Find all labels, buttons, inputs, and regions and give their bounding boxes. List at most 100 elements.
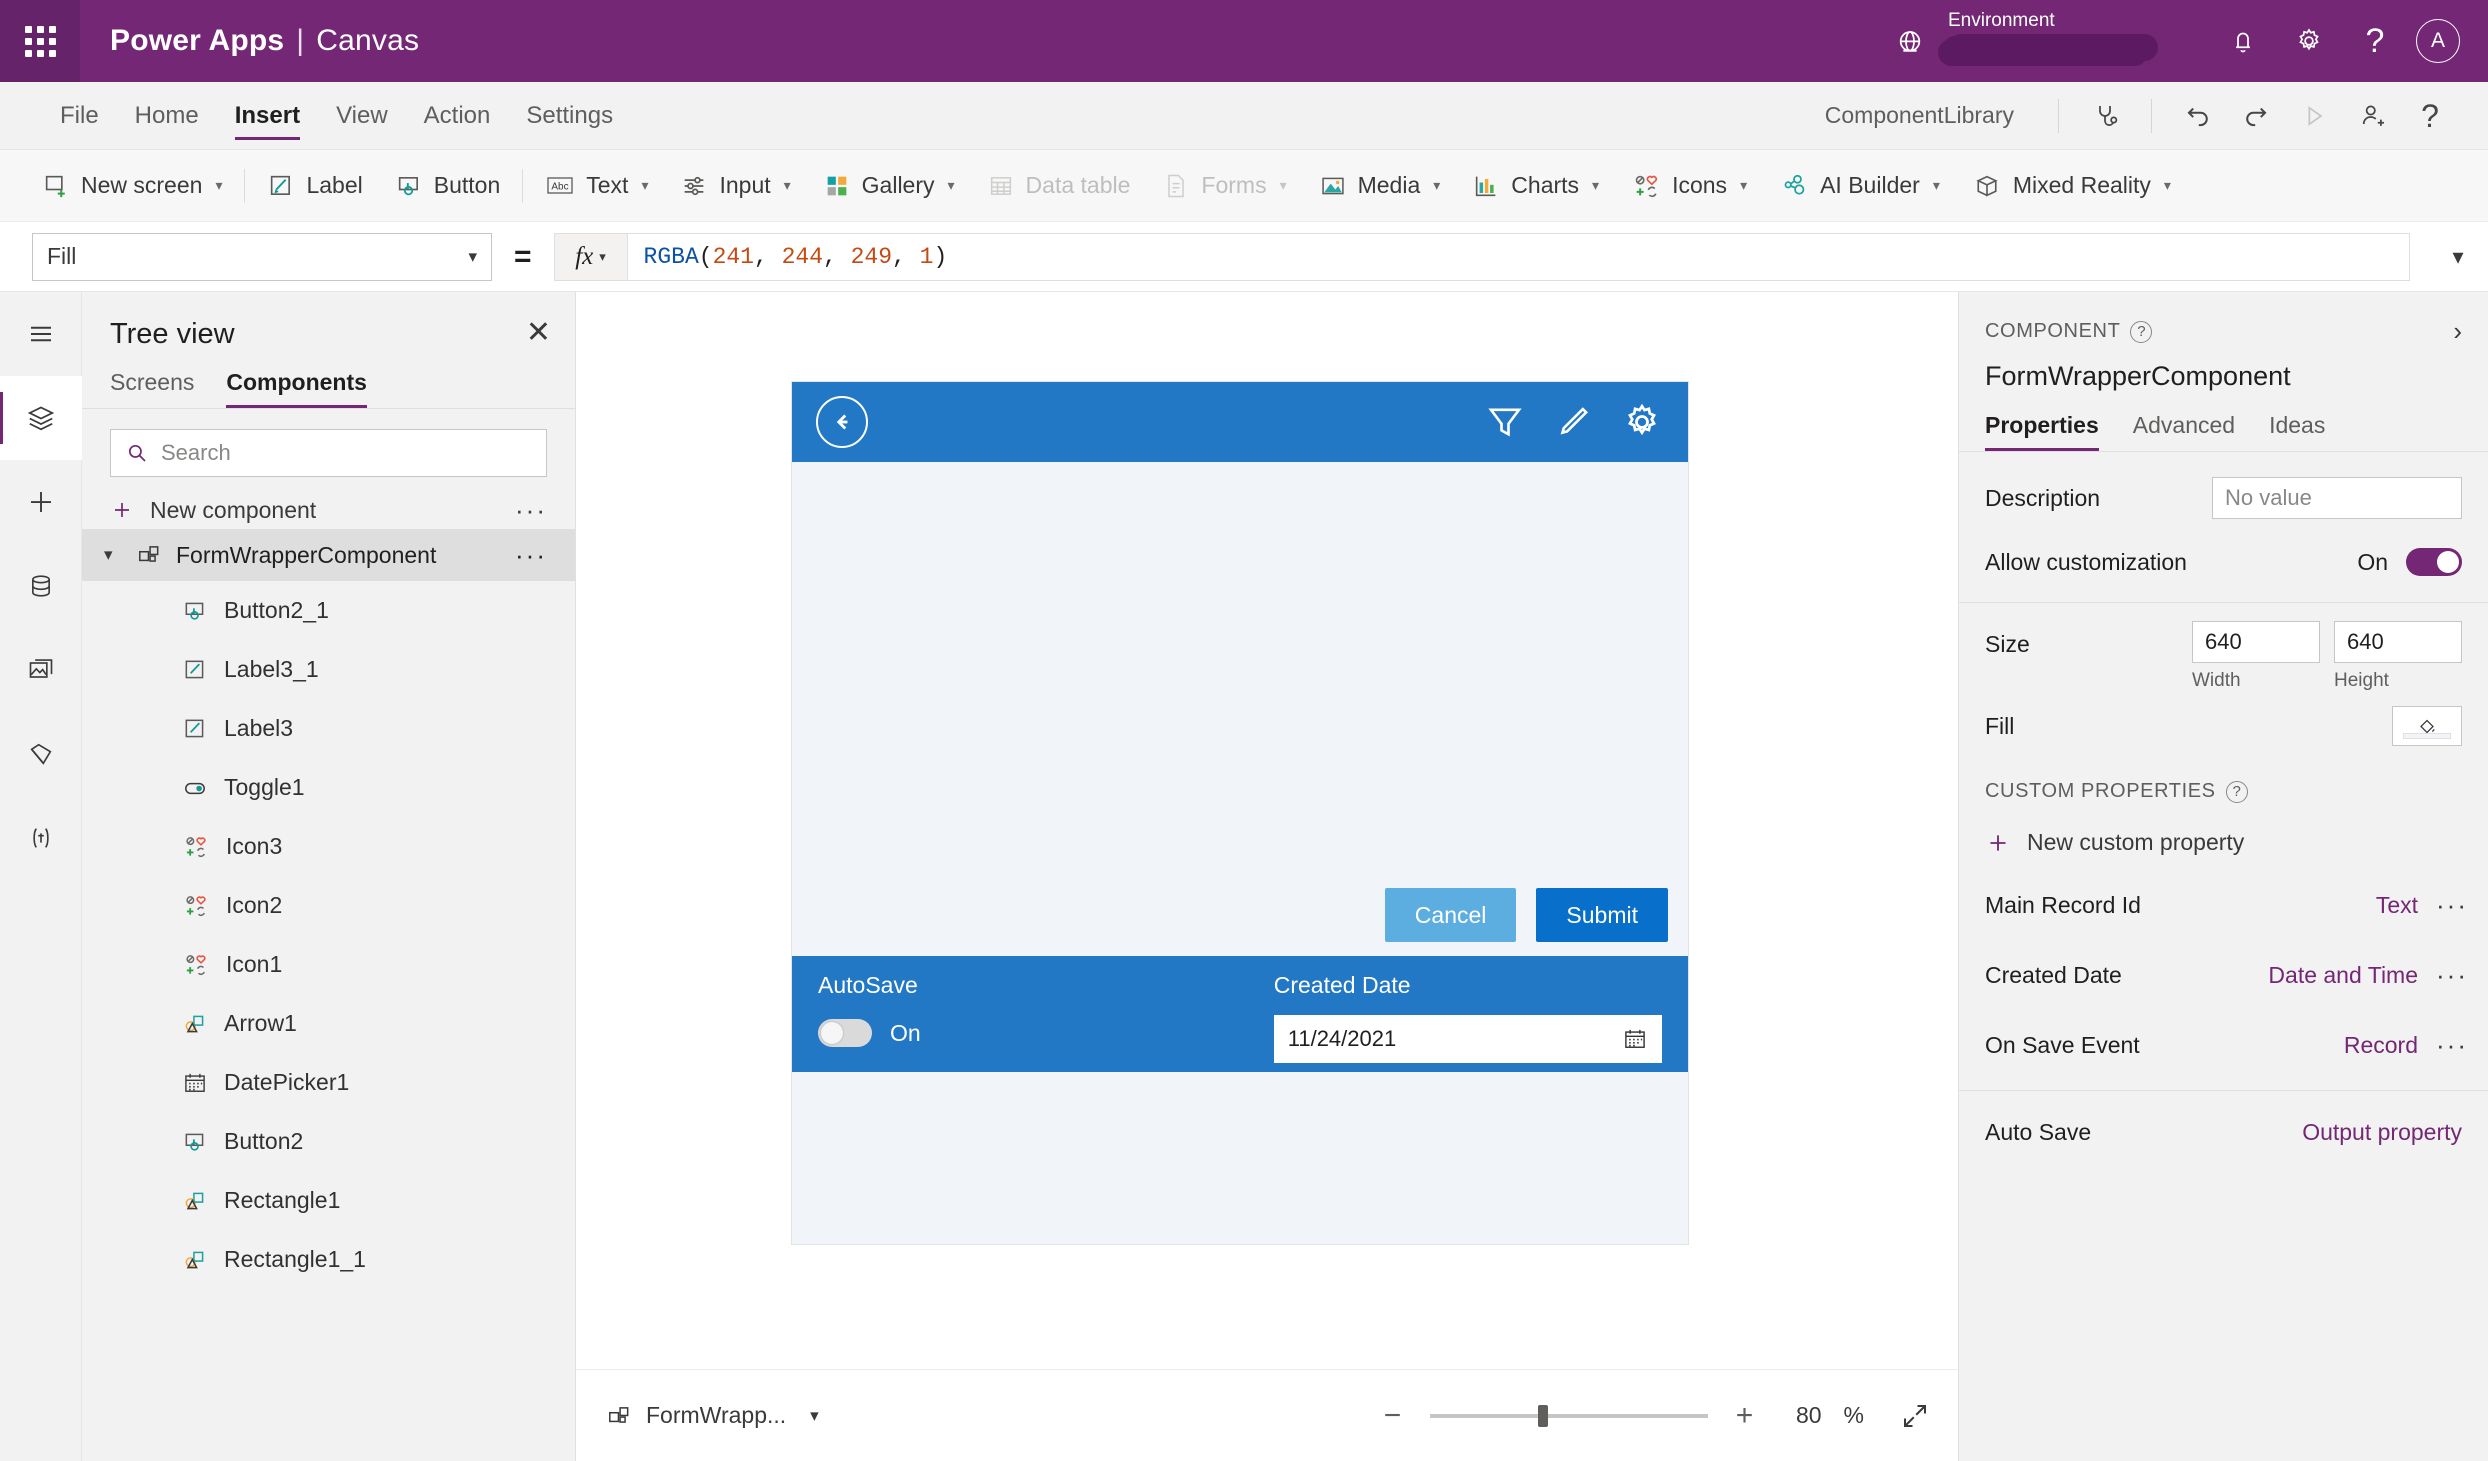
height-input[interactable] xyxy=(2334,621,2462,663)
menu-item-action[interactable]: Action xyxy=(406,82,509,150)
tab-components[interactable]: Components xyxy=(226,369,367,408)
custom-property-row[interactable]: Created Date Date and Time ··· xyxy=(1959,940,2488,1010)
custom-property-type[interactable]: Text xyxy=(2376,892,2418,919)
component-preview[interactable]: Cancel Submit AutoSave On Created Date 1… xyxy=(792,382,1688,1244)
help-icon[interactable]: ? xyxy=(2130,320,2153,343)
overflow-menu-icon[interactable]: ··· xyxy=(2436,1030,2468,1061)
overflow-menu-icon[interactable]: ··· xyxy=(515,540,547,571)
custom-property-type[interactable]: Record xyxy=(2344,1032,2418,1059)
ribbon-button[interactable]: Button xyxy=(379,158,517,214)
ribbon-data-table[interactable]: Data table xyxy=(971,158,1147,214)
tree-item-label3[interactable]: Label3 xyxy=(82,699,575,758)
ribbon-gallery[interactable]: Gallery ▾ xyxy=(807,158,971,214)
ribbon-forms[interactable]: Forms ▾ xyxy=(1146,158,1302,214)
collapse-panel-button[interactable]: › xyxy=(2453,316,2462,347)
search-input[interactable] xyxy=(161,440,532,466)
zoom-slider-knob[interactable] xyxy=(1537,1404,1548,1427)
description-input[interactable]: No value xyxy=(2212,477,2462,519)
tree-item-toggle1[interactable]: Toggle1 xyxy=(82,758,575,817)
ribbon-label[interactable]: Label xyxy=(251,158,378,214)
submit-button[interactable]: Submit xyxy=(1536,888,1668,942)
fx-button[interactable]: fx ▾ xyxy=(553,232,628,281)
fit-screen-icon[interactable] xyxy=(1900,1401,1930,1431)
share-button[interactable] xyxy=(2344,88,2400,144)
redo-button[interactable] xyxy=(2228,88,2284,144)
rail-variables[interactable] xyxy=(0,796,82,880)
preview-play-button[interactable] xyxy=(2286,88,2342,144)
zoom-slider[interactable] xyxy=(1429,1404,1708,1427)
new-component-button[interactable]: New component ··· xyxy=(82,477,575,529)
menu-item-file[interactable]: File xyxy=(42,82,117,150)
overflow-menu-icon[interactable]: ··· xyxy=(2436,890,2468,921)
property-selector[interactable]: Fill ▾ xyxy=(32,232,492,281)
avatar[interactable]: A xyxy=(2416,19,2460,63)
menu-item-home[interactable]: Home xyxy=(117,82,217,150)
tab-advanced[interactable]: Advanced xyxy=(2133,412,2235,451)
rail-media[interactable] xyxy=(0,628,82,712)
ribbon-icons[interactable]: Icons ▾ xyxy=(1615,158,1763,214)
allow-customization-toggle[interactable] xyxy=(2406,548,2462,576)
screen-selector[interactable]: FormWrapp... ▾ xyxy=(606,1402,819,1429)
output-property-type[interactable]: Output property xyxy=(2302,1119,2462,1146)
ribbon-charts[interactable]: Charts ▾ xyxy=(1456,158,1615,214)
search-box[interactable] xyxy=(110,429,547,477)
ribbon-new-screen[interactable]: New screen ▾ xyxy=(26,158,238,214)
ribbon-ai-builder[interactable]: AI Builder ▾ xyxy=(1763,158,1956,214)
app-launcher-button[interactable] xyxy=(0,0,80,82)
back-arrow-button[interactable] xyxy=(816,396,868,448)
new-custom-property-button[interactable]: New custom property xyxy=(1959,803,2488,856)
tree-item-datepicker1[interactable]: DatePicker1 xyxy=(82,1053,575,1112)
tree-item-label3-1[interactable]: Label3_1 xyxy=(82,640,575,699)
zoom-out-button[interactable]: − xyxy=(1378,1399,1408,1433)
notifications-button[interactable] xyxy=(2210,0,2276,82)
menu-item-insert[interactable]: Insert xyxy=(217,82,318,150)
ribbon-input[interactable]: Input ▾ xyxy=(664,158,806,214)
autosave-toggle[interactable] xyxy=(818,1019,872,1047)
rail-tree-view[interactable] xyxy=(0,376,82,460)
close-icon[interactable]: ✕ xyxy=(526,318,551,348)
output-property-row[interactable]: Auto Save Output property xyxy=(1959,1091,2488,1155)
chevron-down-icon[interactable]: ▾ xyxy=(104,545,122,565)
menu-item-view[interactable]: View xyxy=(318,82,406,150)
pencil-edit-icon[interactable] xyxy=(1552,401,1594,443)
environment-picker[interactable]: Environment xyxy=(1880,6,2180,76)
tree-item-icon1[interactable]: Icon1 xyxy=(82,935,575,994)
app-checker-button[interactable] xyxy=(2077,88,2133,144)
formula-expand-button[interactable]: ▾ xyxy=(2428,244,2488,270)
custom-property-type[interactable]: Date and Time xyxy=(2268,962,2418,989)
rail-power-automate[interactable] xyxy=(0,712,82,796)
calendar-icon[interactable] xyxy=(1622,1026,1648,1052)
created-date-picker[interactable]: 11/24/2021 xyxy=(1273,1015,1662,1063)
tree-item-rectangle1-1[interactable]: Rectangle1_1 xyxy=(82,1230,575,1289)
gear-icon[interactable] xyxy=(1620,400,1664,444)
rail-insert[interactable] xyxy=(0,460,82,544)
tree-item-rectangle1[interactable]: Rectangle1 xyxy=(82,1171,575,1230)
ribbon-media[interactable]: Media ▾ xyxy=(1303,158,1457,214)
tab-screens[interactable]: Screens xyxy=(110,369,194,408)
undo-button[interactable] xyxy=(2170,88,2226,144)
tree-item-icon3[interactable]: Icon3 xyxy=(82,817,575,876)
tree-item-button2[interactable]: Button2 xyxy=(82,1112,575,1171)
custom-property-row[interactable]: On Save Event Record ··· xyxy=(1959,1010,2488,1080)
overflow-menu-icon[interactable]: ··· xyxy=(515,495,547,526)
tree-item-button2-1[interactable]: Button2_1 xyxy=(82,581,575,640)
tree-item-icon2[interactable]: Icon2 xyxy=(82,876,575,935)
tab-ideas[interactable]: Ideas xyxy=(2269,412,2325,451)
width-input[interactable] xyxy=(2192,621,2320,663)
help-button[interactable]: ? xyxy=(2342,0,2408,82)
overflow-menu-icon[interactable]: ··· xyxy=(2436,960,2468,991)
rail-data[interactable] xyxy=(0,544,82,628)
tree-item-arrow1[interactable]: Arrow1 xyxy=(82,994,575,1053)
tab-properties[interactable]: Properties xyxy=(1985,412,2099,451)
menu-item-settings[interactable]: Settings xyxy=(508,82,631,150)
fill-color-swatch[interactable] xyxy=(2392,706,2462,746)
rail-hamburger[interactable] xyxy=(0,292,82,376)
formula-input[interactable]: RGBA(241, 244, 249, 1) xyxy=(627,232,2410,281)
zoom-in-button[interactable]: + xyxy=(1730,1399,1760,1433)
custom-property-row[interactable]: Main Record Id Text ··· xyxy=(1959,870,2488,940)
help-icon[interactable]: ? xyxy=(2225,780,2248,803)
filter-icon[interactable] xyxy=(1484,401,1526,443)
chevron-down-icon[interactable]: ▾ xyxy=(810,1406,819,1426)
tree-root-formwrappercomponent[interactable]: ▾ FormWrapperComponent ··· xyxy=(82,529,575,581)
settings-button[interactable] xyxy=(2276,0,2342,82)
